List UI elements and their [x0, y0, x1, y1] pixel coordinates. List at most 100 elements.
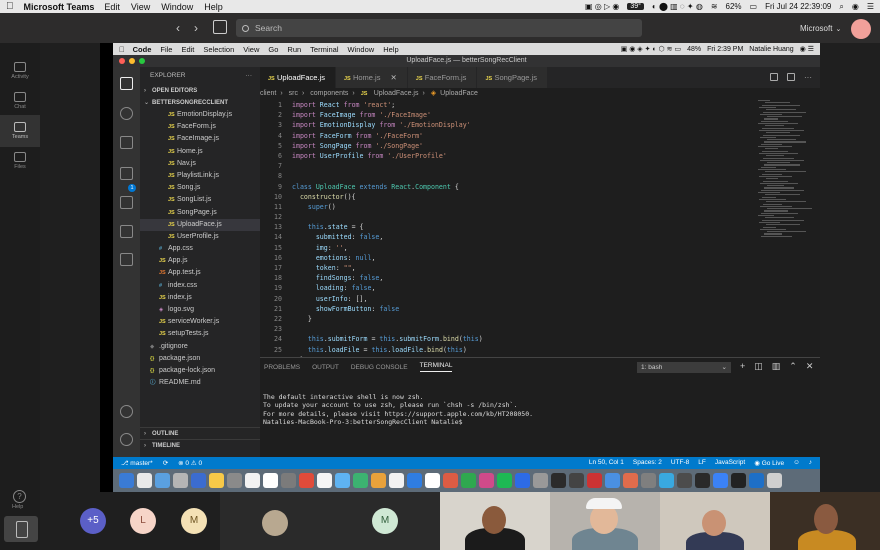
minimap	[758, 100, 820, 240]
menu-window[interactable]: Window	[161, 2, 193, 12]
participant-tile[interactable]: M	[330, 492, 440, 550]
status-icons[interactable]: ▣ ◎ ▷ ◉	[585, 2, 619, 11]
code-line: 22 }	[260, 314, 750, 324]
battery-icon[interactable]: ▭	[750, 2, 758, 11]
minimap-line	[762, 173, 782, 175]
dock-app-icon	[245, 473, 260, 488]
participant-avatar[interactable]: L	[130, 508, 156, 534]
code-token: showFormButton	[315, 304, 372, 313]
code-line: 20 userInfo: [],	[260, 294, 750, 304]
vs-menu-run: Run	[281, 44, 301, 54]
code-line: 15 img: '',	[260, 243, 750, 253]
menubar-app-name[interactable]: Microsoft Teams	[24, 2, 95, 12]
minimap-line	[767, 162, 790, 164]
teams-rail: Activity Chat Teams Files ? Help	[0, 43, 40, 550]
test-file-icon: JS	[159, 270, 166, 277]
file-tree-item: ◆ .gitignore	[140, 341, 260, 353]
participant-video[interactable]	[550, 492, 660, 550]
search-input[interactable]: Search	[236, 19, 642, 37]
vs-battery: 48%	[687, 45, 702, 53]
battery-percent[interactable]: 62%	[726, 2, 742, 11]
terminal-select: 1: bash ⌄	[637, 362, 731, 373]
org-switcher[interactable]: Microsoft ⌄	[800, 24, 841, 33]
menubar-clock[interactable]: Fri Jul 24 22:39:09	[765, 2, 831, 11]
siri-icon[interactable]: ◉	[852, 2, 859, 11]
minimap-line	[758, 215, 774, 217]
file-tree-item: JS App.test.js	[140, 267, 260, 279]
file-tree-item: ◈ logo.svg	[140, 304, 260, 316]
participant-overflow-badge[interactable]: +5	[80, 508, 106, 534]
dock-app-icon	[461, 473, 476, 488]
explorer-sidebar: EXPLORER ··· › OPEN EDITORS ⌄ BETTERSONGRE…	[140, 67, 260, 457]
apple-icon[interactable]: 	[6, 1, 14, 12]
menu-view[interactable]: View	[131, 2, 150, 12]
file-tree-item: JS serviceWorker.js	[140, 316, 260, 328]
code-token: false	[359, 274, 380, 283]
participant-video[interactable]	[660, 492, 770, 550]
testing-icon	[120, 225, 133, 238]
chevron-down-icon: ⌄	[835, 26, 842, 33]
file-name: package.json	[159, 354, 201, 362]
menu-edit[interactable]: Edit	[104, 2, 120, 12]
azure-icon	[120, 253, 133, 266]
explorer-header: EXPLORER ···	[140, 67, 260, 85]
code-token: this	[446, 345, 463, 354]
rail-item-label: Files	[14, 164, 26, 170]
help-icon[interactable]: ?	[13, 490, 26, 503]
code-line: 17 token: "",	[260, 263, 750, 273]
minimap-line	[765, 194, 800, 196]
bottom-panel: PROBLEMS OUTPUT DEBUG CONSOLE TERMINAL 1…	[260, 357, 820, 457]
participant-video[interactable]	[770, 492, 880, 550]
editor-tabs: JS UploadFace.js JS Home.js ✕ JS FaceForm.js…	[260, 67, 820, 88]
participant-video[interactable]	[440, 492, 550, 550]
participant-tile[interactable]	[220, 492, 330, 550]
device-icon[interactable]	[4, 516, 38, 542]
eol-status: LF	[698, 459, 706, 466]
avatar[interactable]	[851, 19, 871, 39]
editor-actions: ···	[770, 73, 812, 82]
dock-app-icon	[425, 473, 440, 488]
js-file-icon: JS	[168, 233, 175, 240]
minimap-line	[760, 159, 804, 161]
minimap-line	[762, 196, 776, 198]
forward-arrow-icon[interactable]: ›	[194, 21, 198, 35]
back-arrow-icon[interactable]: ‹	[176, 21, 180, 35]
split-editor-icon	[787, 73, 795, 81]
code-token: import	[292, 141, 320, 150]
terminal-output: The default interactive shell is now zsh…	[263, 384, 533, 427]
code-token: ,	[371, 284, 376, 293]
rail-item-chat[interactable]: Chat	[0, 85, 40, 117]
rail-item-files[interactable]: Files	[0, 145, 40, 177]
participant-avatar[interactable]: M	[181, 508, 207, 534]
extensions-icon	[120, 196, 133, 209]
code-token: loadFile	[327, 345, 364, 354]
code-token: :	[335, 264, 344, 272]
breadcrumb-item: UploadFace.js	[373, 90, 419, 97]
breadcrumb-separator: ›	[301, 90, 305, 97]
participant-avatar: M	[372, 508, 398, 534]
code-token: from	[367, 151, 388, 160]
menu-help[interactable]: Help	[204, 2, 223, 12]
line-number: 9	[278, 182, 282, 191]
tray-icons[interactable]: ◐ ⬤ ▥ ◌ ✦ ◍	[652, 2, 703, 11]
control-center-icon[interactable]: ☰	[867, 2, 874, 11]
code-line: 13 this. state = {	[260, 222, 750, 232]
gear-icon	[120, 433, 133, 446]
tab-label: UploadFace.js	[277, 73, 325, 82]
tab-terminal: TERMINAL	[419, 362, 453, 372]
file-tree-item: # index.css	[140, 280, 260, 292]
rail-item-activity[interactable]: Activity	[0, 55, 40, 87]
code-token: )	[462, 345, 467, 354]
search-icon[interactable]: ⌕	[839, 2, 843, 12]
branch-name: master*	[130, 460, 153, 467]
compose-icon[interactable]	[213, 20, 227, 34]
wifi-icon[interactable]: ≋	[711, 2, 718, 11]
more-icon: ···	[804, 73, 812, 82]
js-file-icon: JS	[268, 76, 275, 82]
rail-item-teams[interactable]: Teams	[0, 115, 40, 147]
code-line: 5 import SongPage from './SongPage'	[260, 141, 750, 151]
dock-app-icon	[749, 473, 764, 488]
weather-badge[interactable]: 39°	[627, 3, 644, 10]
